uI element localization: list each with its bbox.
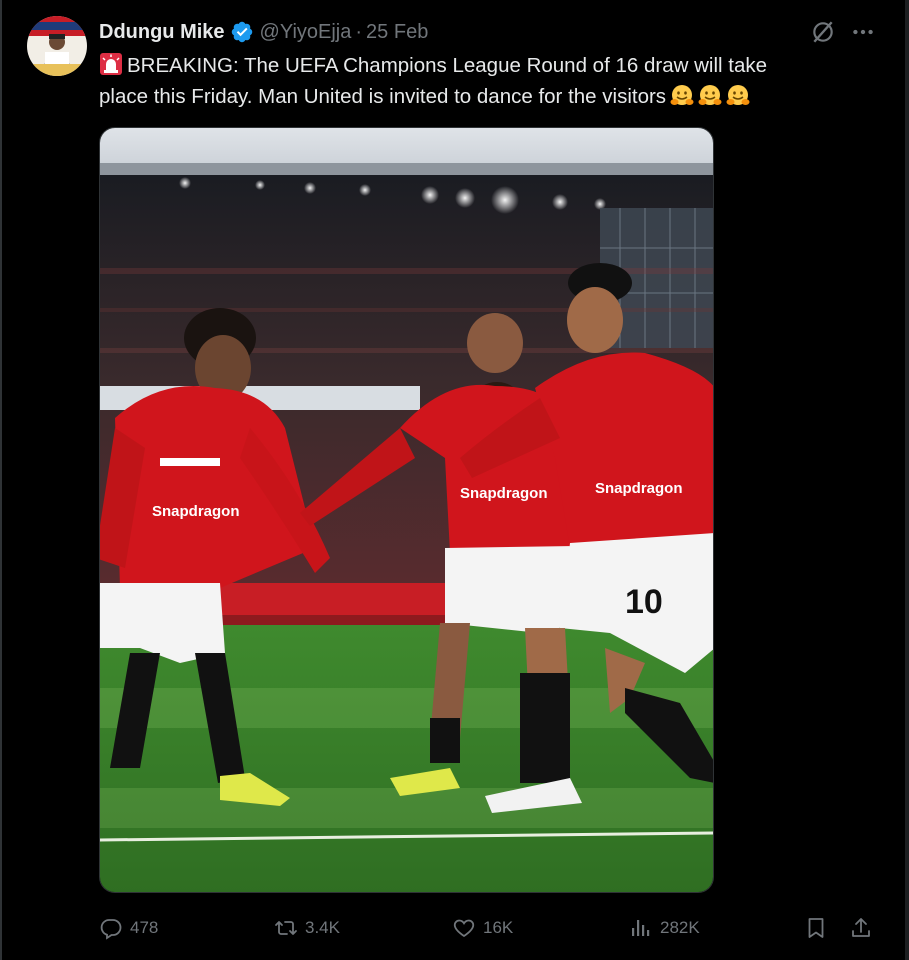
share-button[interactable]: [849, 912, 873, 944]
display-name[interactable]: Ddungu Mike: [99, 21, 225, 44]
tweet-text-line-2: place this Friday. Man United is invited…: [99, 81, 859, 112]
shirt-number: 10: [625, 583, 663, 621]
share-icon: [852, 918, 870, 937]
views-count: 282K: [660, 918, 700, 937]
tweet-action-bar: 478 3.4K 16K 282K: [99, 912, 879, 944]
views-button[interactable]: 282K: [629, 912, 700, 944]
tweet-text-line-1: BREAKING: The UEFA Champions League Roun…: [99, 50, 859, 81]
more-icon[interactable]: [850, 19, 876, 45]
hugging-face-emoji-icon: [698, 85, 722, 105]
right-shirt-sponsor: Snapdragon: [595, 480, 683, 497]
like-button[interactable]: 16K: [452, 912, 513, 944]
celebration-photo: Snapdragon Snapdragon Snapdragon 10: [100, 128, 713, 892]
views-icon: [632, 920, 650, 936]
tweet-header: Ddungu Mike @YiyoEjja · 25 Feb: [99, 18, 428, 46]
repost-count: 3.4K: [305, 918, 340, 937]
siren-emoji-icon: [100, 53, 122, 75]
hugging-face-emoji-icon: [670, 85, 694, 105]
repost-icon: [275, 921, 297, 935]
verified-badge-icon[interactable]: [230, 20, 254, 44]
tweet-card[interactable]: Ddungu Mike @YiyoEjja · 25 Feb BREAKING:…: [0, 0, 905, 960]
bookmark-button[interactable]: [804, 912, 828, 944]
grok-icon[interactable]: [810, 19, 836, 45]
hugging-face-emoji-icon: [726, 85, 750, 105]
middle-shirt-sponsor: Snapdragon: [460, 485, 548, 502]
separator-dot: ·: [355, 20, 363, 43]
left-shirt-sponsor: Snapdragon: [152, 503, 240, 520]
tweet-text-second: place this Friday. Man United is invited…: [99, 85, 667, 108]
right-border: [905, 0, 909, 960]
repost-button[interactable]: 3.4K: [274, 912, 340, 944]
timestamp[interactable]: 25 Feb: [366, 21, 428, 44]
avatar[interactable]: [27, 16, 87, 76]
reply-icon: [100, 919, 122, 940]
like-count: 16K: [483, 918, 514, 937]
heart-icon: [453, 919, 475, 938]
tweet-media-photo[interactable]: Snapdragon Snapdragon Snapdragon 10: [99, 127, 714, 893]
bookmark-icon: [808, 918, 824, 938]
handle[interactable]: @YiyoEjja: [260, 21, 352, 44]
tweet-text: BREAKING: The UEFA Champions League Roun…: [99, 50, 859, 112]
reply-count: 478: [130, 918, 159, 937]
reply-button[interactable]: 478: [99, 912, 158, 944]
tweet-text-first: BREAKING: The UEFA Champions League Roun…: [127, 54, 768, 77]
